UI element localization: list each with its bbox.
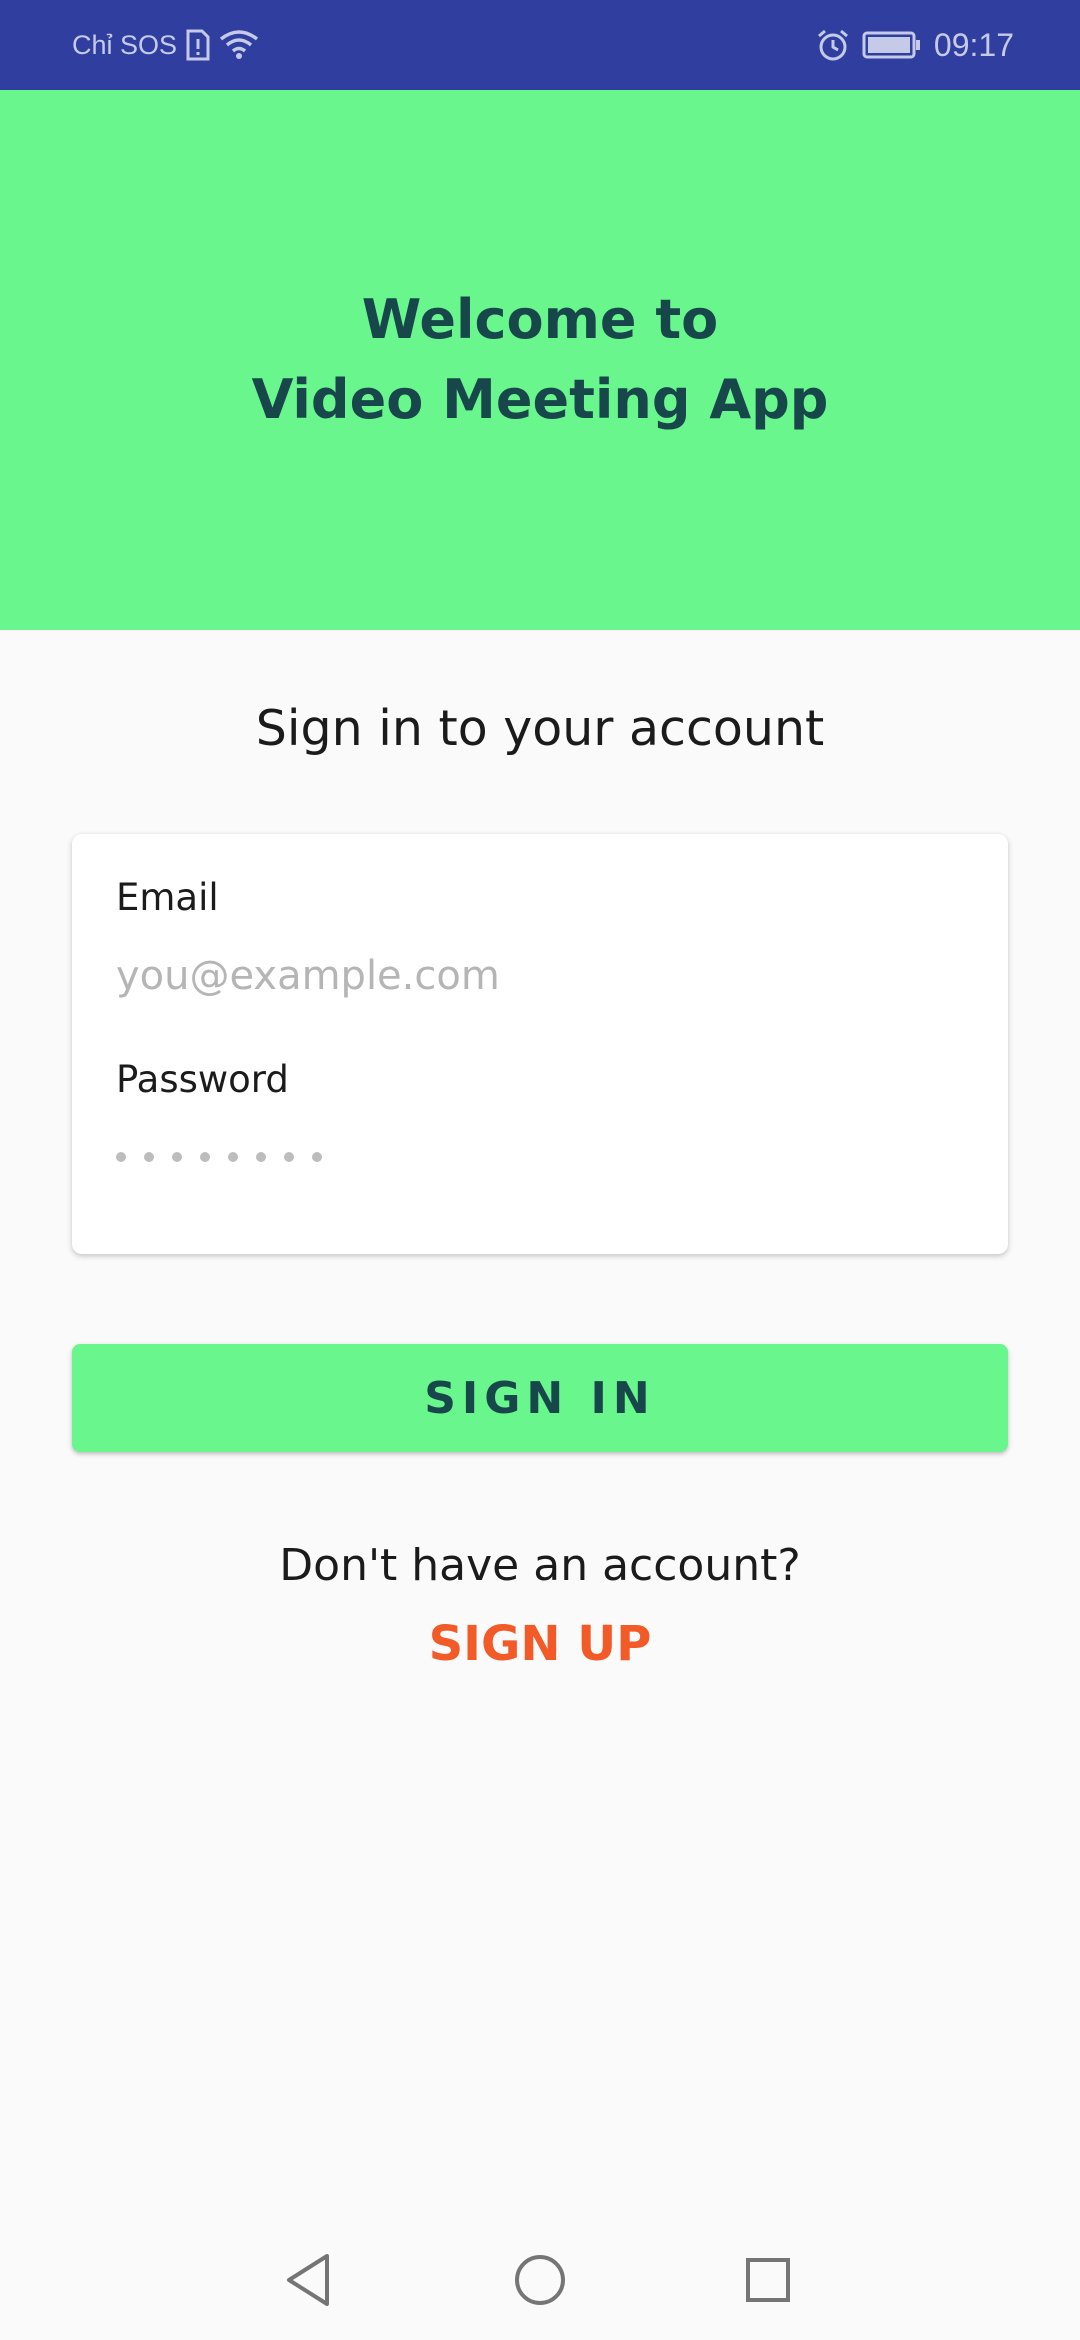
password-dot xyxy=(228,1152,238,1162)
email-label: Email xyxy=(116,876,219,919)
navigation-bar xyxy=(0,2220,1080,2340)
sim-alert-icon xyxy=(185,29,211,61)
password-dot xyxy=(312,1152,322,1162)
password-field[interactable] xyxy=(116,1152,322,1162)
carrier-label: Chỉ SOS xyxy=(72,29,178,60)
alarm-icon xyxy=(816,28,850,62)
password-dot xyxy=(256,1152,266,1162)
password-dot xyxy=(116,1152,126,1162)
welcome-title-line1: Welcome to xyxy=(361,288,719,351)
sign-up-link[interactable]: SIGN UP xyxy=(0,1616,1080,1672)
status-left: Chỉ SOS xyxy=(72,0,259,90)
sign-in-subtitle: Sign in to your account xyxy=(255,700,825,757)
status-bar: Chỉ SOS 09:17 xyxy=(0,0,1080,90)
back-icon[interactable] xyxy=(248,2220,368,2340)
sign-in-form-card: Email Password xyxy=(72,834,1008,1254)
welcome-header: Welcome to Video Meeting App xyxy=(0,90,1080,630)
sign-in-button[interactable]: SIGN IN xyxy=(72,1344,1008,1452)
home-icon[interactable] xyxy=(480,2220,600,2340)
password-dot xyxy=(144,1152,154,1162)
password-dot xyxy=(284,1152,294,1162)
welcome-title-line2: Video Meeting App xyxy=(251,368,829,431)
password-dot xyxy=(200,1152,210,1162)
wifi-icon xyxy=(219,29,259,61)
clock: 09:17 xyxy=(933,26,1014,63)
password-label: Password xyxy=(116,1058,289,1101)
password-dot xyxy=(172,1152,182,1162)
recents-icon[interactable] xyxy=(708,2220,828,2340)
status-right: 09:17 xyxy=(816,0,1014,90)
battery-icon xyxy=(862,30,922,60)
no-account-text: Don't have an account? xyxy=(279,1540,801,1591)
email-field[interactable] xyxy=(116,946,956,1006)
